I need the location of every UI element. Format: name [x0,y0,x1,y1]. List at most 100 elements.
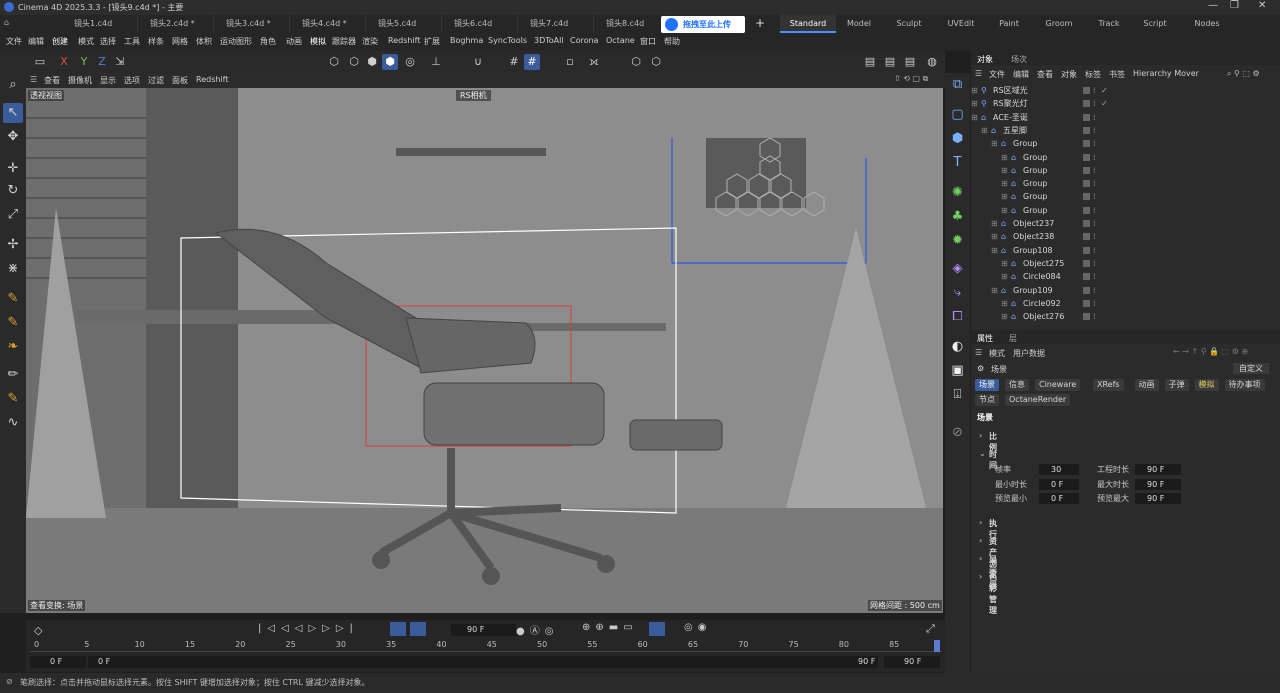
fracture-icon[interactable]: ♣ [947,207,968,227]
expand-icon[interactable]: ⊞ [1001,270,1008,283]
menu-item[interactable]: 选择 [100,36,116,47]
expand-icon[interactable]: ⊞ [1001,204,1008,217]
preview-min-field[interactable]: 0 F [1039,493,1079,504]
object-name[interactable]: Circle092 [1023,297,1061,310]
attr-menu-icon[interactable]: ☰ [975,348,982,357]
menu-item[interactable]: 模式 [78,36,94,47]
visibility-toggle[interactable] [1083,140,1090,148]
attr-tab-pill[interactable]: 动画 [1134,379,1159,391]
expand-icon[interactable]: ⊞ [1001,177,1008,190]
menu-item[interactable]: 网格 [172,36,188,47]
visibility-toggle[interactable] [1083,180,1090,188]
viewport-menu-item[interactable]: 面板 [172,75,188,86]
object-row[interactable]: ⊞ ⌂ Group ⁞ [971,137,1280,150]
workplane-icon[interactable]: # [506,54,522,70]
expand-icon[interactable]: ⊞ [1001,257,1008,270]
object-row[interactable]: ⊞ ⌂ ACE-圣诞 ⁞ [971,111,1280,124]
visibility-toggle[interactable] [1083,233,1090,241]
object-name[interactable]: Group [1023,204,1047,217]
menu-item[interactable]: 编辑 [28,36,44,47]
attr-tab-pill[interactable]: Cineware [1035,379,1081,391]
menu-item[interactable]: 模拟 [310,36,326,47]
loop-toggle[interactable] [390,622,406,636]
visibility-toggle[interactable] [1083,299,1090,307]
object-name[interactable]: Group [1013,137,1037,150]
render-dots-icon[interactable]: ⁞ [1093,270,1096,283]
render-dots-icon[interactable]: ⁞ [1093,177,1096,190]
object-row[interactable]: ⊞ ⌂ Group ⁞ [971,204,1280,217]
viewport-menu-item[interactable]: 查看 [44,75,60,86]
visibility-toggle[interactable] [1083,259,1090,267]
object-name[interactable]: 五星脚 [1003,124,1027,137]
render-region-icon[interactable]: ⬡ [628,54,644,70]
attr-tab-pill[interactable]: 待办事项 [1224,379,1265,391]
cube-object-icon[interactable]: ⬢ [947,129,968,149]
spline-smooth-icon[interactable]: ❧ [3,337,23,357]
viewport-menu-item[interactable]: 摄像机 [68,75,92,86]
render-dots-icon[interactable]: ⁞ [1093,97,1096,110]
attr-tab-pill[interactable]: 信息 [1005,379,1029,391]
object-row[interactable]: ⊞ ⌂ Object276 ⁞ [971,310,1280,323]
object-row[interactable]: ⊞ ⌂ Group ⁞ [971,164,1280,177]
om-menu-item[interactable]: 标签 [1085,69,1101,80]
add-tab-icon[interactable]: + [755,16,765,30]
model-mode-icon[interactable]: ⬢ [382,54,398,70]
edges-mode-icon[interactable]: ⬡ [346,54,362,70]
undo-icon[interactable]: ▭ [32,54,48,70]
attr-nav-icons[interactable]: ← → ↑ ⚲ 🔒 ⬚ ⚙ ⊕ [1173,347,1248,356]
project-length-field[interactable]: 90 F [1135,464,1181,475]
expand-icon[interactable]: ⊞ [981,124,988,137]
render-dots-icon[interactable]: ⁞ [1093,151,1096,164]
symmetry-icon[interactable]: ⟗ [586,54,602,70]
visibility-toggle[interactable] [1083,220,1090,227]
home-icon[interactable]: ⌂ [4,18,9,27]
axis-z-toggle[interactable]: Z [94,54,110,70]
light-object-icon[interactable]: ⍗ [947,385,968,405]
render-settings-icon[interactable]: ▤ [862,54,878,70]
tab-objects[interactable]: 对象 [977,54,993,65]
layout-tab[interactable]: Script [1130,15,1180,33]
layout-tab[interactable]: Standard [780,15,836,33]
null-object-icon[interactable]: ▢ [947,105,968,125]
object-name[interactable]: Group [1023,190,1047,203]
om-menu-item[interactable]: 查看 [1037,69,1053,80]
keyframe-icon[interactable]: ◇ [34,624,42,637]
brush-icon[interactable]: ✏ [3,365,23,385]
minimize-icon[interactable]: — [1208,0,1218,11]
visibility-toggle[interactable] [1083,246,1090,254]
object-name[interactable]: Object237 [1013,217,1054,230]
object-name[interactable]: Group [1023,164,1047,177]
object-name[interactable]: Object276 [1023,310,1064,323]
render-dots-icon[interactable]: ⁞ [1093,217,1096,230]
viewport-nav-icons[interactable]: ⇧ ⟲ ▢ ⧉ [894,74,928,84]
visibility-toggle[interactable] [1083,100,1090,108]
visibility-toggle[interactable] [1083,87,1090,94]
om-menu-icon[interactable]: ☰ [975,69,982,78]
bend-deformer-icon[interactable]: ⤷ [947,283,968,303]
viewport-menu-icon[interactable]: ☰ [30,75,37,84]
render-view-icon[interactable]: ⬡ [648,54,664,70]
layout-tab[interactable]: Groom [1034,15,1084,33]
render-dots-icon[interactable]: ⁞ [1093,84,1096,97]
render-dots-icon[interactable]: ⁞ [1093,204,1096,217]
doc-tab[interactable]: 镜头7.c4d [518,15,594,33]
render-dots-icon[interactable]: ⁞ [1093,230,1096,243]
timeline-expand-icon[interactable]: ⤢ [926,622,935,636]
layout-tab[interactable]: UVEdit [936,15,986,33]
viewport-menu-item[interactable]: Redshift [196,75,228,84]
expand-icon[interactable]: ⊞ [971,97,978,110]
start-frame-field[interactable]: 0 F [30,656,86,668]
doc-tab[interactable]: 镜头3.c4d * [214,15,290,33]
visibility-toggle[interactable] [1083,313,1090,321]
menu-item[interactable]: Boghma [450,36,483,45]
knife-icon[interactable]: ✎ [3,389,23,409]
preset-dropdown[interactable]: 自定义 [1233,363,1269,374]
menu-item[interactable]: 3DToAll [534,36,564,45]
effector-icon[interactable]: ✹ [947,231,968,251]
doc-tab[interactable]: 镜头8.c4d [594,15,670,33]
deformer-icon[interactable]: ◈ [947,259,968,279]
attr-tab-pill[interactable]: OctaneRender [1005,394,1071,406]
uv-mode-icon[interactable]: ◎ [402,54,418,70]
placement-tool-icon[interactable]: ⋇ [3,259,23,279]
viewport-perspective[interactable]: 透视视图 RS相机 查看变换: 场景 网格间距 : 500 cm [26,88,943,613]
